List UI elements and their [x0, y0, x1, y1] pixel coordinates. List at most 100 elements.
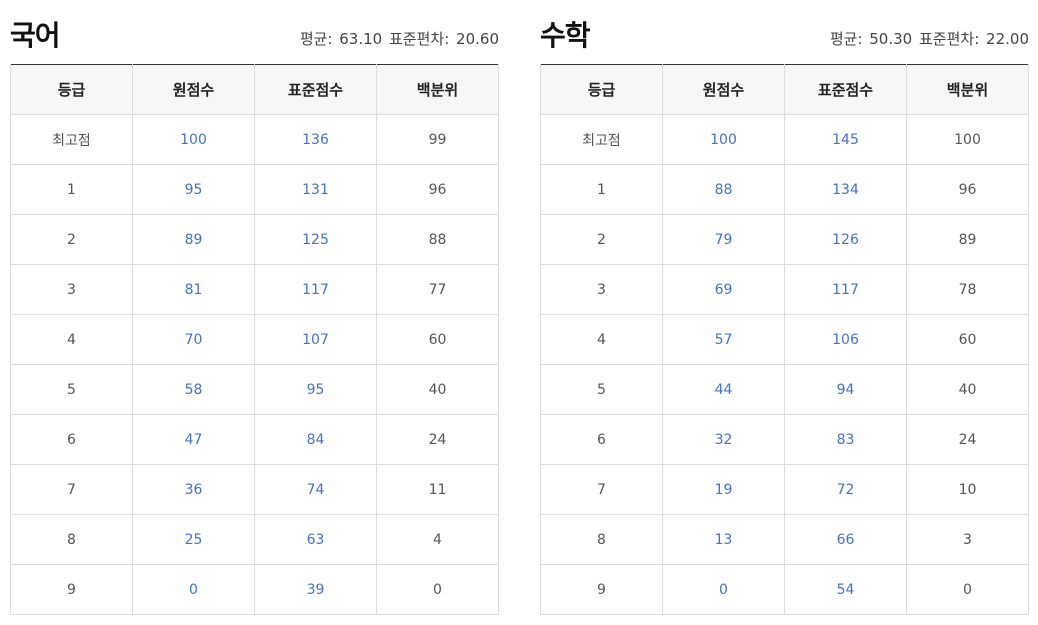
table-header-row: 등급 원점수 표준점수 백분위 [10, 64, 499, 115]
standard-score-cell: 66 [784, 514, 907, 565]
grade-cell: 5 [10, 364, 133, 415]
standard-score-cell: 72 [784, 464, 907, 515]
standard-score-cell: 134 [784, 164, 907, 215]
percentile-cell: 40 [906, 364, 1029, 415]
grade-cell: 3 [540, 264, 663, 315]
standard-score-cell: 74 [254, 464, 377, 515]
grade-cell: 7 [10, 464, 133, 515]
standard-score-cell: 125 [254, 214, 377, 265]
grade-cell: 2 [540, 214, 663, 265]
raw-score-cell: 0 [132, 564, 255, 615]
standard-score-cell: 95 [254, 364, 377, 415]
percentile-cell: 100 [906, 114, 1029, 165]
table-row: 9 0 39 0 [10, 564, 499, 615]
percentile-cell: 78 [906, 264, 1029, 315]
raw-score-cell: 79 [662, 214, 785, 265]
grade-cell: 6 [540, 414, 663, 465]
std-label: 표준편차: [389, 30, 450, 48]
grade-cell: 2 [10, 214, 133, 265]
korean-panel: 국어 평균: 63.10 표준편차: 20.60 등급 원점수 표준점수 백분위… [10, 0, 499, 615]
raw-score-cell: 57 [662, 314, 785, 365]
table-row: 5 58 95 40 [10, 364, 499, 415]
standard-score-cell: 94 [784, 364, 907, 415]
table-row: 5 44 94 40 [540, 364, 1029, 415]
table-row: 6 32 83 24 [540, 414, 1029, 465]
raw-score-cell: 100 [132, 114, 255, 165]
grade-cell: 1 [10, 164, 133, 215]
raw-score-cell: 32 [662, 414, 785, 465]
korean-grade-table: 등급 원점수 표준점수 백분위 최고점 100 136 99 1 95 131 96 2 89 12… [10, 64, 499, 615]
raw-score-cell: 58 [132, 364, 255, 415]
grade-cell: 9 [10, 564, 133, 615]
grade-cell: 1 [540, 164, 663, 215]
standard-score-cell: 54 [784, 564, 907, 615]
subject-stats: 평균: 63.10 표준편차: 20.60 [298, 28, 499, 49]
col-percentile: 백분위 [376, 64, 499, 115]
percentile-cell: 77 [376, 264, 499, 315]
standard-score-cell: 117 [254, 264, 377, 315]
table-row: 4 57 106 60 [540, 314, 1029, 365]
grade-cell: 최고점 [540, 114, 663, 165]
percentile-cell: 88 [376, 214, 499, 265]
table-row: 2 79 126 89 [540, 214, 1029, 265]
math-grade-table: 등급 원점수 표준점수 백분위 최고점 100 145 100 1 88 134 96 2 79 1… [540, 64, 1029, 615]
raw-score-cell: 44 [662, 364, 785, 415]
table-row: 7 36 74 11 [10, 464, 499, 515]
raw-score-cell: 95 [132, 164, 255, 215]
percentile-cell: 40 [376, 364, 499, 415]
grade-cell: 최고점 [10, 114, 133, 165]
subject-title: 국어 [10, 19, 61, 52]
percentile-cell: 60 [376, 314, 499, 365]
raw-score-cell: 70 [132, 314, 255, 365]
table-row: 4 70 107 60 [10, 314, 499, 365]
raw-score-cell: 47 [132, 414, 255, 465]
standard-score-cell: 63 [254, 514, 377, 565]
table-row: 1 88 134 96 [540, 164, 1029, 215]
std-label: 표준편차: [919, 30, 980, 48]
table-row: 1 95 131 96 [10, 164, 499, 215]
percentile-cell: 0 [906, 564, 1029, 615]
raw-score-cell: 25 [132, 514, 255, 565]
percentile-cell: 60 [906, 314, 1029, 365]
percentile-cell: 4 [376, 514, 499, 565]
standard-score-cell: 126 [784, 214, 907, 265]
table-row: 3 81 117 77 [10, 264, 499, 315]
percentile-cell: 96 [906, 164, 1029, 215]
grade-cell: 4 [540, 314, 663, 365]
standard-score-cell: 131 [254, 164, 377, 215]
standard-score-cell: 136 [254, 114, 377, 165]
standard-score-cell: 106 [784, 314, 907, 365]
percentile-cell: 89 [906, 214, 1029, 265]
raw-score-cell: 88 [662, 164, 785, 215]
table-header-row: 등급 원점수 표준점수 백분위 [540, 64, 1029, 115]
table-row: 8 25 63 4 [10, 514, 499, 565]
grade-cell: 5 [540, 364, 663, 415]
col-grade: 등급 [10, 64, 133, 115]
percentile-cell: 3 [906, 514, 1029, 565]
table-row: 8 13 66 3 [540, 514, 1029, 565]
table-row: 2 89 125 88 [10, 214, 499, 265]
raw-score-cell: 100 [662, 114, 785, 165]
std-value: 20.60 [456, 30, 499, 48]
standard-score-cell: 84 [254, 414, 377, 465]
mean-value: 63.10 [339, 30, 383, 48]
math-panel: 수학 평균: 50.30 표준편차: 22.00 등급 원점수 표준점수 백분위… [540, 0, 1029, 615]
grade-cell: 3 [10, 264, 133, 315]
table-row: 7 19 72 10 [540, 464, 1029, 515]
table-row: 3 69 117 78 [540, 264, 1029, 315]
col-percentile: 백분위 [906, 64, 1029, 115]
percentile-cell: 24 [906, 414, 1029, 465]
percentile-cell: 96 [376, 164, 499, 215]
percentile-cell: 11 [376, 464, 499, 515]
subject-stats: 평균: 50.30 표준편차: 22.00 [828, 28, 1029, 49]
grade-cell: 8 [540, 514, 663, 565]
table-row: 6 47 84 24 [10, 414, 499, 465]
math-header: 수학 평균: 50.30 표준편차: 22.00 [540, 0, 1029, 64]
table-row: 최고점 100 145 100 [540, 114, 1029, 165]
grade-cell: 8 [10, 514, 133, 565]
standard-score-cell: 145 [784, 114, 907, 165]
table-body: 최고점 100 136 99 1 95 131 96 2 89 125 88 3 81 117 77 4 70 10… [10, 114, 499, 615]
col-standard-score: 표준점수 [784, 64, 907, 115]
standard-score-cell: 117 [784, 264, 907, 315]
percentile-cell: 10 [906, 464, 1029, 515]
